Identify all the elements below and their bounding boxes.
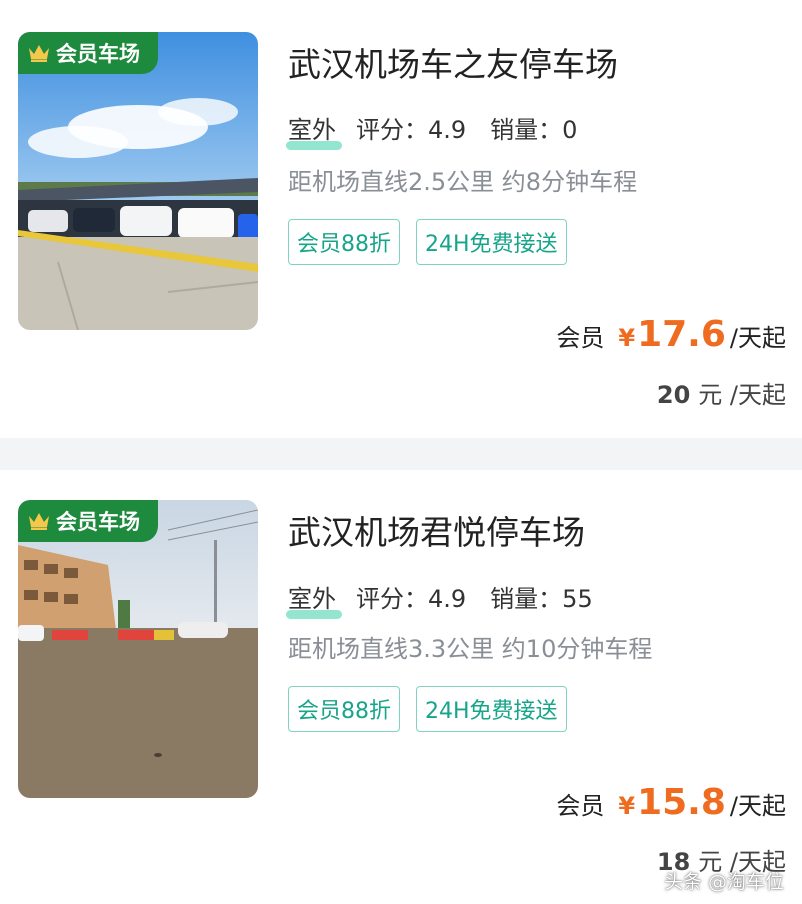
regular-price: 20 元 /天起 <box>657 375 786 410</box>
regular-price-unit: 元 /天起 <box>698 381 786 409</box>
promo-tags: 会员88折 24H免费接送 <box>288 686 567 732</box>
parking-type-label: 室外 <box>286 110 342 150</box>
member-price-amount: 15.8 <box>637 782 726 823</box>
parking-type-text: 室外 <box>288 116 336 144</box>
member-price: 会员 ¥ 15.8 /天起 <box>556 782 786 823</box>
member-discount-tag: 会员88折 <box>288 686 400 732</box>
member-price-unit: /天起 <box>729 792 786 820</box>
member-parking-badge-label: 会员车场 <box>56 510 140 534</box>
watermark: 头条 @淘车位 <box>663 871 784 893</box>
parking-listing-card[interactable]: 会员车场 武汉机场君悦停车场 室外 评分：4.9 销量：55 距机场直线3.3公… <box>0 470 802 904</box>
member-price-amount: 17.6 <box>637 314 726 355</box>
distance-text: 距机场直线3.3公里 约10分钟车程 <box>288 635 653 663</box>
sales-text: 销量：55 <box>490 585 593 613</box>
regular-price-amount: 20 <box>656 381 691 409</box>
sales-text: 销量：0 <box>490 116 578 144</box>
parking-lot-name[interactable]: 武汉机场车之友停车场 <box>288 38 618 86</box>
member-parking-badge: 会员车场 <box>18 32 158 74</box>
crown-icon <box>29 45 49 62</box>
parking-lot-photo-image <box>18 500 258 798</box>
rating-text: 评分：4.9 <box>356 116 467 144</box>
distance-text: 距机场直线2.5公里 约8分钟车程 <box>288 168 638 196</box>
member-price-unit: /天起 <box>729 324 786 352</box>
crown-icon <box>29 513 49 530</box>
member-price: 会员 ¥ 17.6 /天起 <box>556 314 786 355</box>
parking-lot-meta: 室外 评分：4.9 销量：55 <box>286 579 593 619</box>
promo-tags: 会员88折 24H免费接送 <box>288 219 567 265</box>
member-parking-badge: 会员车场 <box>18 500 158 542</box>
member-price-label: 会员 <box>556 792 605 820</box>
parking-lot-photo[interactable]: 会员车场 <box>18 32 258 330</box>
parking-lot-name[interactable]: 武汉机场君悦停车场 <box>288 506 585 554</box>
parking-lot-photo-image <box>18 32 258 330</box>
parking-type-label: 室外 <box>286 579 342 619</box>
currency-symbol: ¥ <box>618 792 636 820</box>
member-discount-tag: 会员88折 <box>288 219 400 265</box>
parking-lot-photo[interactable]: 会员车场 <box>18 500 258 798</box>
free-shuttle-tag: 24H免费接送 <box>416 219 567 265</box>
parking-lot-meta: 室外 评分：4.9 销量：0 <box>286 110 578 150</box>
currency-symbol: ¥ <box>618 324 636 352</box>
rating-text: 评分：4.9 <box>356 585 467 613</box>
parking-listing-card[interactable]: 会员车场 武汉机场车之友停车场 室外 评分：4.9 销量：0 距机场直线2.5公… <box>0 0 802 438</box>
parking-type-text: 室外 <box>288 585 336 613</box>
free-shuttle-tag: 24H免费接送 <box>416 686 567 732</box>
member-price-label: 会员 <box>556 324 605 352</box>
member-parking-badge-label: 会员车场 <box>56 42 140 66</box>
